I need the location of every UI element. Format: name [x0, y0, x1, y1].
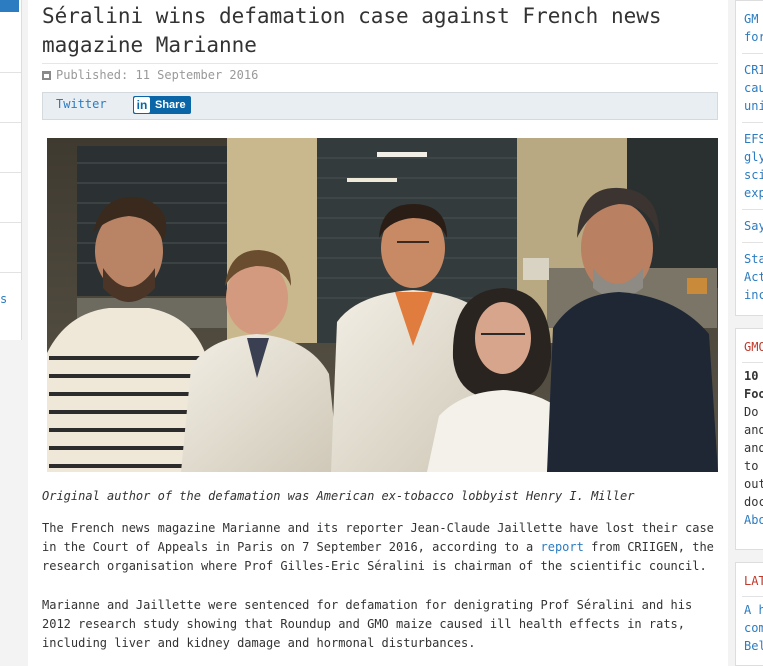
related-link[interactable]: exp [744, 185, 763, 202]
related-link[interactable]: Act [744, 269, 763, 286]
related-link[interactable]: for [744, 29, 763, 46]
linkedin-share-label: Share [155, 99, 186, 111]
linkedin-share-button[interactable]: in Share [133, 96, 191, 114]
left-sidebar-divider [0, 172, 21, 173]
gmo-box-text: and [744, 441, 763, 455]
related-divider [742, 53, 763, 54]
gmo-box-heading: GMO [744, 340, 763, 354]
gmo-box-text: to [744, 459, 759, 473]
latest-link[interactable]: Bel [744, 638, 763, 655]
twitter-share-link[interactable]: Twitter [56, 97, 107, 111]
gmo-box-subheading: 10 [744, 369, 759, 383]
related-links-box: GM for CRI cau uni EFS gly sci exp Say S… [735, 0, 763, 316]
article-paragraph: Marianne and Jaillette were sentenced fo… [42, 598, 693, 650]
left-sidebar-active-tab[interactable] [0, 0, 19, 12]
related-link[interactable]: Sta [744, 251, 763, 268]
photo-caption: Original author of the defamation was Am… [42, 489, 635, 503]
left-sidebar-divider [0, 122, 21, 123]
related-link[interactable]: GM [744, 11, 758, 28]
left-sidebar-divider [0, 72, 21, 73]
left-sidebar-divider [0, 272, 21, 273]
share-bar: Twitter in Share [42, 92, 718, 120]
published-text: Published: 11 September 2016 [56, 68, 259, 82]
left-sidebar: s [0, 0, 22, 340]
related-link[interactable]: cau [744, 80, 763, 97]
gmo-box-link[interactable]: Abo [744, 512, 763, 529]
report-link[interactable]: report [541, 540, 584, 554]
published-date: Published: 11 September 2016 [42, 68, 258, 82]
article-paragraph: The French news magazine Marianne and it… [42, 519, 722, 576]
linkedin-icon: in [134, 97, 150, 113]
latest-box: LAT A h com Bel [735, 562, 763, 666]
gmo-box: GMO 10 Foo Do and and to out doc Abo [735, 328, 763, 550]
related-link[interactable]: EFS [744, 131, 763, 148]
latest-link[interactable]: com [744, 620, 763, 637]
right-sidebar: GM for CRI cau uni EFS gly sci exp Say S… [735, 0, 763, 666]
left-sidebar-divider [0, 222, 21, 223]
gmo-box-text: out [744, 477, 763, 491]
gmo-box-text: Do [744, 405, 759, 419]
latest-box-divider [742, 596, 763, 597]
latest-box-heading: LAT [744, 574, 763, 588]
gmo-box-text: and [744, 423, 763, 437]
calendar-icon [42, 70, 51, 80]
related-link[interactable]: uni [744, 98, 763, 115]
related-divider [742, 209, 763, 210]
related-link[interactable]: CRI [744, 62, 763, 79]
gmo-box-divider [742, 362, 763, 363]
related-link[interactable]: gly [744, 149, 763, 166]
article: Séralini wins defamation case against Fr… [28, 0, 728, 666]
title-divider [42, 63, 718, 64]
related-link[interactable]: Say [744, 218, 763, 235]
left-sidebar-partial-link[interactable]: s [0, 292, 7, 306]
gmo-box-subheading: Foo [744, 387, 763, 401]
related-link[interactable]: sci [744, 167, 763, 184]
related-divider [742, 242, 763, 243]
related-link[interactable]: inc [744, 287, 763, 304]
related-divider [742, 122, 763, 123]
article-title: Séralini wins defamation case against Fr… [42, 4, 662, 57]
latest-link[interactable]: A h [744, 602, 763, 619]
article-photo [47, 138, 718, 472]
gmo-box-text: doc [744, 495, 763, 509]
